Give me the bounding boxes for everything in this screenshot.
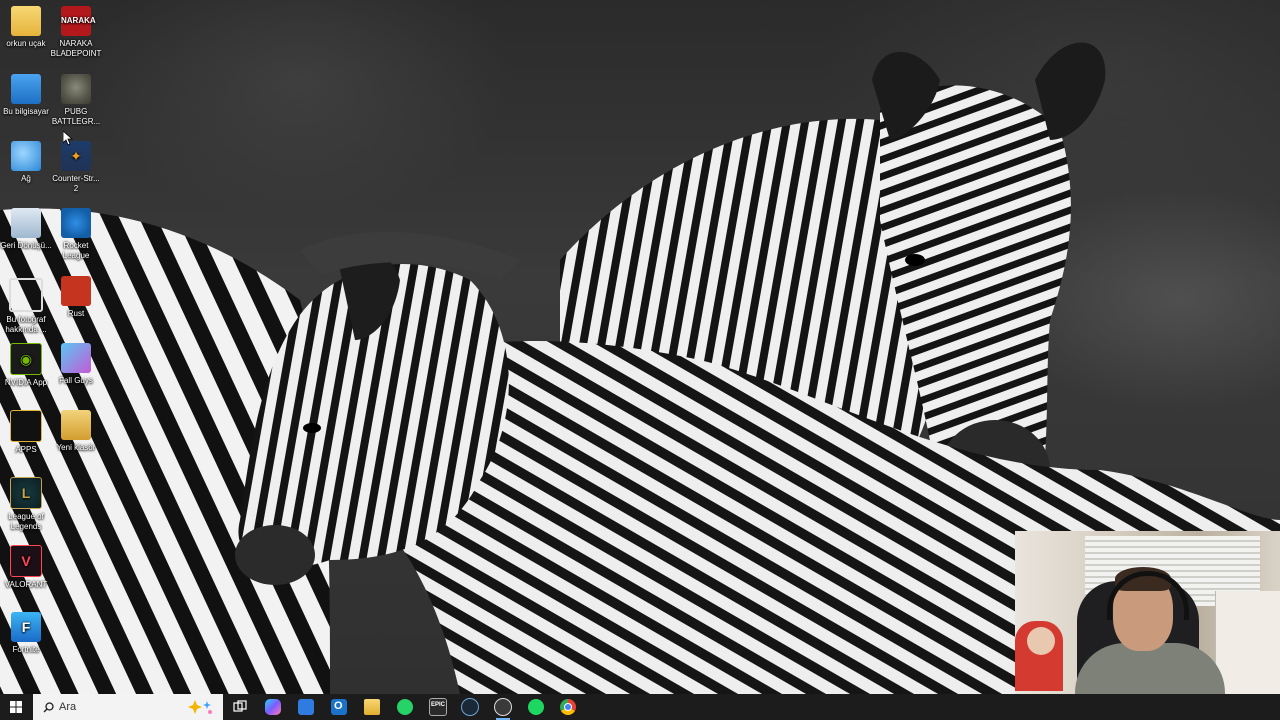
fall-guys-icon bbox=[61, 343, 91, 373]
copilot-icon bbox=[265, 699, 281, 715]
steam-button[interactable] bbox=[455, 694, 485, 720]
steam-icon bbox=[461, 698, 479, 716]
desktop-icon-about-photo[interactable]: Bu fotoğraf hakkında ... bbox=[0, 278, 52, 335]
obs-icon bbox=[494, 698, 512, 716]
rocket-league-icon bbox=[61, 208, 91, 238]
desktop-icon-rust[interactable]: Rust bbox=[50, 276, 102, 319]
desktop-icon-apps[interactable]: APPS bbox=[0, 410, 52, 455]
desktop-icon-label: Fortnite bbox=[12, 645, 40, 654]
desktop-icon-label: Yeni klasör bbox=[56, 443, 96, 452]
search-icon bbox=[41, 700, 55, 714]
room-shelf bbox=[1215, 591, 1280, 694]
desktop-icon-label: League of Legends bbox=[8, 512, 44, 531]
desktop-icon-label: NVIDIA App bbox=[4, 378, 48, 387]
desktop-icon-label: Ağ bbox=[21, 174, 31, 183]
desktop-icon-pubg[interactable]: PUBG BATTLEGR... bbox=[50, 74, 102, 127]
desktop-icon-naraka[interactable]: NARAKA NARAKA BLADEPOINT bbox=[50, 6, 102, 59]
desktop-icon-fall-guys[interactable]: Fall Guys bbox=[50, 343, 102, 386]
league-of-legends-icon: L bbox=[10, 477, 42, 509]
valorant-icon: V bbox=[10, 545, 42, 577]
desktop-icon-valorant[interactable]: V VALORANT bbox=[0, 545, 52, 590]
desktop-icon-rocket-league[interactable]: Rocket League bbox=[50, 208, 102, 261]
desktop-icon-league-of-legends[interactable]: L League of Legends bbox=[0, 477, 52, 532]
search-highlight-icon bbox=[188, 700, 212, 714]
desktop-icon-nvidia[interactable]: ◉ NVIDIA App bbox=[0, 343, 52, 388]
desktop-icon-label: Bu fotoğraf hakkında ... bbox=[5, 315, 47, 334]
epic-games-button[interactable]: EPIC bbox=[423, 694, 453, 720]
desktop-icon-label: Bu bilgisayar bbox=[3, 107, 49, 116]
chrome-button[interactable] bbox=[553, 694, 583, 720]
desktop-icon-label: orkun uçak bbox=[6, 39, 46, 48]
pubg-icon bbox=[61, 74, 91, 104]
apps-folder-icon bbox=[10, 410, 42, 442]
fortnite-icon: F bbox=[11, 612, 41, 642]
whatsapp-icon bbox=[397, 699, 413, 715]
mouse-cursor-icon bbox=[63, 131, 73, 146]
spotify-button[interactable] bbox=[521, 694, 551, 720]
task-view-button[interactable] bbox=[225, 694, 255, 720]
task-view-icon bbox=[233, 700, 247, 712]
taskbar: Ara O EPIC bbox=[0, 694, 1280, 720]
desktop-icon-counter-strike[interactable]: ✦ Counter-Str... 2 bbox=[50, 141, 102, 194]
network-icon bbox=[11, 141, 41, 171]
chrome-icon bbox=[560, 699, 576, 715]
webcam-overlay bbox=[1015, 531, 1280, 694]
desktop-icon-label: VALORANT bbox=[4, 580, 48, 589]
whatsapp-button[interactable] bbox=[390, 694, 420, 720]
naraka-icon: NARAKA bbox=[61, 6, 96, 36]
desktop-icon-fortnite[interactable]: F Fortnite bbox=[0, 612, 52, 655]
desktop-icon-network[interactable]: Ağ bbox=[0, 141, 52, 184]
outlook-button[interactable]: O bbox=[324, 694, 354, 720]
desktop-icon-label: PUBG BATTLEGR... bbox=[51, 107, 101, 126]
desktop-icon-recycle-bin[interactable]: Geri Dönüşü... bbox=[0, 208, 52, 251]
desktop-icon-user-folder[interactable]: orkun uçak bbox=[0, 6, 52, 49]
microsoft-store-icon bbox=[298, 699, 314, 715]
desktop-icon-label: NARAKA BLADEPOINT bbox=[50, 39, 102, 58]
new-folder-icon bbox=[61, 410, 91, 440]
windows-logo-icon bbox=[10, 701, 22, 713]
this-pc-icon bbox=[11, 74, 41, 104]
spotify-icon bbox=[528, 699, 544, 715]
desktop-icon-this-pc[interactable]: Bu bilgisayar bbox=[0, 74, 52, 117]
desktop-icon-new-folder[interactable]: Yeni klasör bbox=[50, 410, 102, 453]
nvidia-icon: ◉ bbox=[10, 343, 42, 375]
desktop-icon-label: Fall Guys bbox=[59, 376, 93, 385]
taskbar-search-box[interactable]: Ara bbox=[33, 694, 223, 720]
rust-icon bbox=[61, 276, 91, 306]
microsoft-store-button[interactable] bbox=[291, 694, 321, 720]
file-explorer-button[interactable] bbox=[357, 694, 387, 720]
desktop-icon-label: Counter-Str... 2 bbox=[52, 174, 100, 193]
desktop-icon-label: APPS bbox=[15, 445, 37, 454]
about-photo-icon bbox=[9, 278, 43, 312]
outlook-icon: O bbox=[331, 699, 347, 715]
doll-head bbox=[1027, 627, 1055, 655]
file-explorer-icon bbox=[364, 699, 380, 715]
obs-button[interactable] bbox=[488, 694, 518, 720]
copilot-button[interactable] bbox=[258, 694, 288, 720]
epic-games-icon: EPIC bbox=[429, 698, 447, 716]
desktop-icon-label: Rust bbox=[67, 309, 85, 318]
desktop-icon-label: Geri Dönüşü... bbox=[0, 241, 52, 250]
user-folder-icon bbox=[11, 6, 41, 36]
start-button[interactable] bbox=[0, 694, 32, 720]
desktop-icon-label: Rocket League bbox=[62, 241, 90, 260]
recycle-bin-icon bbox=[11, 208, 41, 238]
search-placeholder: Ara bbox=[59, 701, 77, 713]
